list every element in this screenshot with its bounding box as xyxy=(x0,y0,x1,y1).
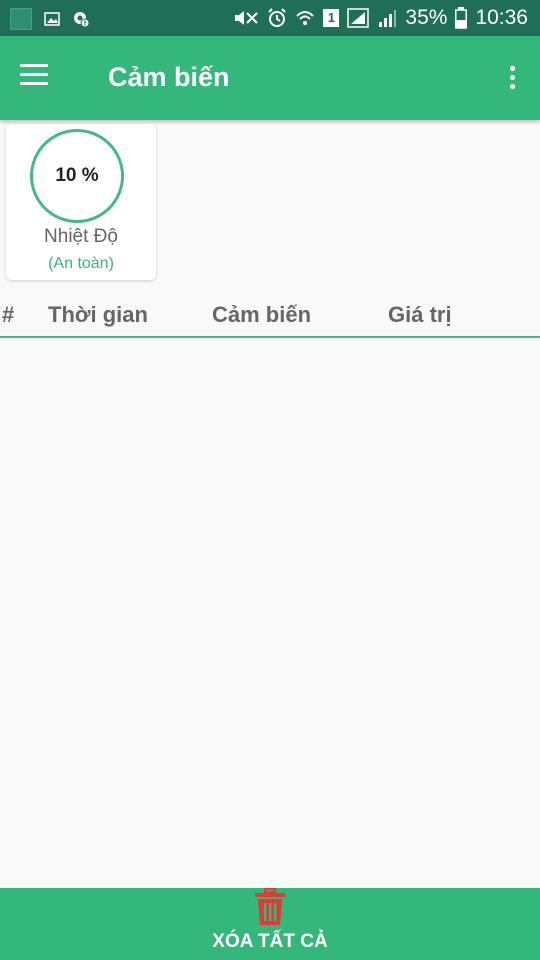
sensor-card[interactable]: 10 % Nhiệt Độ (An toàn) xyxy=(6,124,156,280)
sensor-name: Nhiệt Độ xyxy=(44,226,118,247)
image-icon xyxy=(44,12,60,26)
trash-icon xyxy=(255,888,285,925)
column-header-value: Giá trị xyxy=(388,302,452,327)
column-header-index: # xyxy=(2,302,15,327)
clock: 10:36 xyxy=(475,6,528,29)
battery-percent: 35% xyxy=(405,6,448,29)
battery-icon xyxy=(455,7,468,29)
sensor-status: (An toàn) xyxy=(48,255,114,272)
menu-icon[interactable] xyxy=(20,64,50,88)
page-title: Cảm biến xyxy=(108,62,230,92)
table-body xyxy=(0,338,540,888)
table-header: # Thời gian Cảm biến Giá trị xyxy=(0,296,540,338)
sensor-gauge: 10 % xyxy=(30,129,124,223)
column-header-sensor: Cảm biến xyxy=(212,302,312,327)
more-options-icon[interactable] xyxy=(506,64,518,92)
signal-icon-2 xyxy=(379,10,397,27)
alarm-icon xyxy=(268,8,287,27)
mute-icon xyxy=(235,11,259,25)
gear-alert-icon xyxy=(74,12,90,28)
status-bar-notifications xyxy=(10,8,90,30)
delete-all-label: XÓA TẤT CẢ xyxy=(212,931,328,952)
delete-all-button[interactable]: XÓA TẤT CẢ xyxy=(0,888,540,960)
signal-icon-1 xyxy=(347,8,370,28)
status-bar: 1 35% 10:36 xyxy=(0,0,540,36)
status-bar-system: 1 35% 10:36 xyxy=(233,4,528,32)
gauge-value: 10 % xyxy=(55,165,99,186)
sim-slot-badge: 1 xyxy=(323,9,340,27)
app-toolbar: Cảm biến xyxy=(0,36,540,120)
wifi-icon xyxy=(296,11,315,25)
app-notification-icon xyxy=(10,8,32,30)
column-header-time: Thời gian xyxy=(48,302,148,327)
